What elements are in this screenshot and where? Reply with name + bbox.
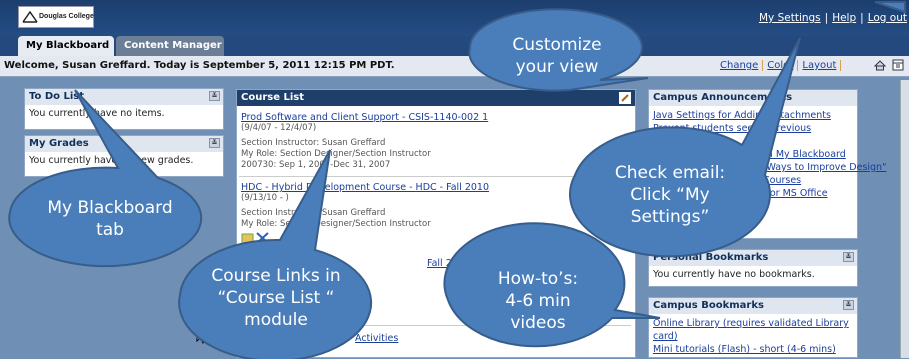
bookmark-link[interactable]: Mini tutorials (Flash) - short (4-6 mins… — [653, 343, 853, 356]
announcement-link[interactable]: Java Settings for Adding Attachments — [653, 109, 853, 122]
course-item-detail: ctor — [459, 293, 476, 303]
collapse-icon[interactable]: ≚ — [209, 91, 220, 101]
divider — [239, 176, 631, 177]
divider — [239, 325, 631, 326]
course-tools-icon[interactable] — [241, 231, 271, 245]
course-link[interactable]: Activities — [355, 333, 398, 344]
announcements-module: Campus Announcements Java Settings for A… — [648, 89, 886, 239]
todo-body: You currently have no items. — [29, 108, 165, 119]
layout-link[interactable]: Layout — [798, 60, 842, 71]
callout-my-blackboard: My Blackboard tab — [47, 198, 173, 240]
my-settings-link[interactable]: My Settings — [759, 12, 821, 24]
home-icon[interactable] — [874, 59, 886, 71]
collapse-icon[interactable]: ≚ — [209, 138, 220, 148]
calendar-icon[interactable] — [892, 59, 904, 71]
announcement-list: Java Settings for Adding Attachments Pre… — [649, 106, 886, 203]
grades-header: My Grades ≚ — [25, 136, 223, 152]
todo-header: To Do List ≚ — [25, 89, 223, 105]
edit-pencil-icon[interactable] — [619, 92, 631, 104]
campus-bookmarks-header: Campus Bookmarks ≚ — [649, 298, 857, 314]
tab-my-blackboard[interactable]: My Blackboard — [18, 36, 114, 56]
course-list-module: Course List Prod Software and Client Sup… — [236, 89, 636, 358]
announcement-link[interactable]: Prevent students seeing Previous Course … — [653, 122, 843, 148]
announcements-header: Campus Announcements — [649, 90, 857, 106]
tab-content-manager[interactable]: Content Manager — [116, 36, 224, 56]
color-link[interactable]: Color — [763, 60, 799, 71]
course-item: Prod Software and Client Support - CSIS-… — [241, 112, 489, 170]
top-bar: Douglas College My Settings | Help | Log out — [0, 0, 909, 36]
course-link[interactable]: HDC - Hybrid Development Course - HDC - … — [241, 182, 489, 193]
personal-bookmarks-body: You currently have no bookmarks. — [653, 269, 815, 280]
personalize-links: Change Color Layout — [716, 60, 842, 71]
bookmark-link[interactable]: Online Library (requires validated Libra… — [653, 317, 853, 343]
todo-module: To Do List ≚ You currently have no items. — [24, 88, 224, 130]
welcome-bar: Welcome, Susan Greffard. Today is Septem… — [0, 56, 909, 77]
course-item: HDC - Hybrid Development Course - HDC - … — [241, 182, 489, 248]
top-links: My Settings | Help | Log out — [758, 12, 907, 24]
campus-bookmark-list: Online Library (requires validated Libra… — [649, 314, 857, 359]
personal-bookmarks-header: Personal Bookmarks ≚ — [649, 250, 857, 266]
course-link[interactable]: Fall 2010) S. Greffard — [427, 258, 528, 269]
announcement-link[interactable]: Add-in for MS Office — [733, 187, 853, 200]
course-list-header: Course List — [237, 90, 635, 106]
scrollbar[interactable] — [900, 80, 909, 358]
announcement-link[interactable]: Courses in My Blackboard — [723, 148, 853, 161]
collapse-icon[interactable]: ≚ — [843, 252, 854, 262]
help-link[interactable]: Help — [832, 12, 856, 24]
cursor-icon — [196, 326, 208, 344]
course-link[interactable]: Prod Software and Client Support - CSIS-… — [241, 112, 488, 123]
grades-module: My Grades ≚ You currently have no new gra… — [24, 135, 224, 177]
logo-mark-icon — [22, 10, 38, 23]
welcome-message: Welcome, Susan Greffard. Today is Septem… — [4, 60, 395, 71]
collapse-icon[interactable]: ≚ — [843, 300, 854, 310]
course-item: Activities — [355, 333, 398, 344]
change-link[interactable]: Change — [716, 60, 764, 71]
campus-bookmarks-module: Campus Bookmarks ≚ Online Library (requir… — [648, 297, 858, 358]
logout-link[interactable]: Log out — [868, 12, 907, 24]
logo-text: Douglas College — [39, 13, 94, 20]
grades-body: You currently have no new grades. — [29, 155, 194, 166]
college-logo[interactable]: Douglas College — [18, 6, 94, 28]
announcement-link[interactable]: "Ten Ways to Improve Design" — [743, 161, 886, 174]
announcement-link[interactable]: Courses — [763, 174, 853, 187]
personal-bookmarks-module: Personal Bookmarks ≚ You currently have n… — [648, 249, 858, 287]
course-item: Fall 2010) S. Greffard — [427, 258, 528, 269]
